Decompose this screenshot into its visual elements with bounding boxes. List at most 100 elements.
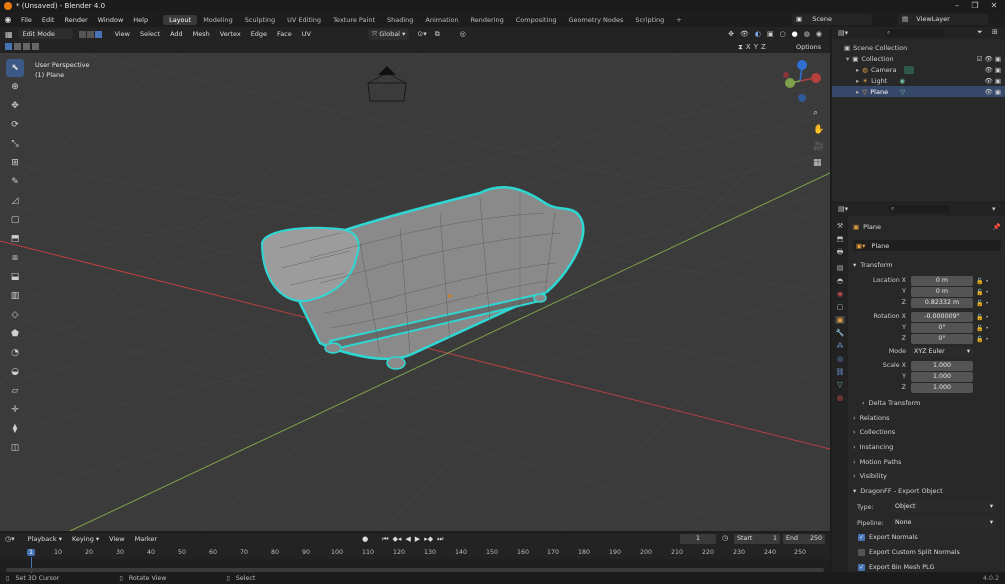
scene-tab-icon[interactable]: ◓ [837,277,843,285]
select-mode-buttons[interactable] [78,30,102,38]
outliner-row-camera[interactable]: ▸ ◍ Camera 👁 ▣ [832,64,1005,75]
orientation-dropdown[interactable]: ⤧ Global ▾ [367,28,410,40]
lock-rotation-x-icon[interactable]: 🔓 • [976,312,1000,323]
scale-y-field[interactable]: 1.000 [911,372,973,382]
select-tool-icon[interactable]: ⬉ [6,59,24,77]
menu-edge[interactable]: Edge [246,30,272,38]
menu-file[interactable]: File [16,16,37,24]
add-cube-tool-icon[interactable]: ▢ [6,211,24,229]
cursor-tool-icon[interactable]: ⊕ [6,78,24,96]
expand-collection-icon[interactable]: ▾ [846,55,849,63]
export-split-normals-check-icon[interactable] [858,549,865,556]
mirror-y[interactable]: Y [754,43,758,52]
mesh-data-icon[interactable]: ▽ [900,88,905,96]
gizmo-icon[interactable]: ✥ [728,30,734,38]
transform-section-header[interactable]: ▾ Transform [853,258,1001,271]
modifier-tab-icon[interactable]: 🔧 [836,329,845,337]
constraints-tab-icon[interactable]: ⛓ [836,368,845,376]
material-tab-icon[interactable]: ◍ [837,394,843,402]
select-invert-icon[interactable] [32,43,39,50]
inset-tool-icon[interactable]: ⧈ [6,249,24,267]
rotation-mode-dropdown[interactable]: XYZ Euler ▾ [911,347,973,357]
delta-transform-header[interactable]: › Delta Transform [862,396,1005,409]
proportional-icon[interactable]: ◎ [460,30,466,38]
menu-view[interactable]: View [110,30,135,38]
scale-x-field[interactable]: 1.000 [911,361,973,371]
tab-sculpting[interactable]: Sculpting [239,15,281,25]
options-dropdown[interactable]: Options [792,42,826,52]
camera-visibility-icons[interactable]: 👁 ▣ [985,66,1001,74]
preview-range-icon[interactable]: ◷ [722,534,728,542]
rotation-y-field[interactable]: 0° [911,323,973,333]
add-workspace-icon[interactable]: + [670,15,687,25]
poly-build-tool-icon[interactable]: ⬟ [6,325,24,343]
navigation-gizmo[interactable] [783,60,821,102]
output-tab-icon[interactable]: 🖶 [837,248,844,259]
export-normals-check-icon[interactable]: ✓ [858,534,865,541]
play-reverse-icon[interactable]: ◀ [405,535,410,544]
filter-icon[interactable]: ⏷ [977,28,983,37]
move-tool-icon[interactable]: ✥ [6,97,24,115]
instancing-section-header[interactable]: › Instancing [853,440,1001,453]
zoom-icon[interactable]: ⌕ [813,108,818,118]
outliner-row-plane[interactable]: ▸ ▽ Plane ▽ 👁 ▣ [832,86,1005,97]
dff-type-dropdown[interactable]: Object ▾ [892,502,996,512]
lock-rotation-y-icon[interactable]: 🔓 • [976,323,1000,334]
knife-tool-icon[interactable]: ◇ [6,306,24,324]
location-x-field[interactable]: 0 m [911,276,973,286]
light-visibility-icons[interactable]: 👁 ▣ [985,77,1001,85]
annotate-tool-icon[interactable]: ✎ [6,173,24,191]
rotation-x-field[interactable]: -0.000009° [911,312,973,322]
close-icon[interactable]: ✕ [985,0,1003,12]
pan-hand-icon[interactable]: ✋ [813,123,824,135]
collection-checkbox[interactable]: ☑ 👁 ▣ [977,55,1001,63]
scene-selector[interactable]: ▣ Scene [792,14,872,25]
tab-shading[interactable]: Shading [381,15,419,25]
next-key-icon[interactable]: ▸◆ [424,535,433,544]
menu-timeline-view[interactable]: View [104,535,129,543]
select-subtract-icon[interactable] [23,43,30,50]
edge-select-icon[interactable] [86,30,94,38]
current-frame-field[interactable]: 1 [680,534,716,544]
expand-camera-icon[interactable]: ▸ [856,66,859,74]
camera-view-icon[interactable]: 🎥 [813,140,824,152]
render-tab-icon[interactable]: ⬒ [837,235,844,243]
new-collection-icon[interactable]: ⊞ [992,28,998,36]
mirror-x[interactable]: X [746,43,751,52]
face-select-icon[interactable] [94,30,102,38]
outliner-search-field[interactable]: ⌕ [884,29,944,37]
tab-animation[interactable]: Animation [419,15,464,25]
pivot-icon[interactable]: ⊙▾ [417,30,426,38]
scale-z-field[interactable]: 1.000 [911,383,973,393]
jump-start-icon[interactable]: ⏮ [382,535,388,544]
camera-data-icon[interactable] [904,65,915,74]
menu-help[interactable]: Help [128,16,153,24]
jump-end-icon[interactable]: ⏭ [437,535,443,544]
outliner-row-collection[interactable]: ▾ ▣ Collection ☑ 👁 ▣ [832,53,1005,64]
lock-location-z-icon[interactable]: 🔓 • [976,298,1000,309]
vertex-select-icon[interactable] [78,30,86,38]
perspective-toggle-icon[interactable]: ▦ [813,158,822,168]
tab-layout[interactable]: Layout [163,14,198,25]
frame-end-field[interactable]: End 250 [783,534,825,544]
menu-render[interactable]: Render [59,16,92,24]
sofa-mesh[interactable] [260,186,585,370]
loop-cut-tool-icon[interactable]: ▥ [6,287,24,305]
menu-window[interactable]: Window [93,16,129,24]
restore-icon[interactable]: ❐ [966,0,984,12]
scale-tool-icon[interactable]: ⤡ [6,135,24,153]
visibility-section-header[interactable]: › Visibility [853,469,1001,482]
particles-tab-icon[interactable]: ⁂ [837,342,844,350]
export-normals-checkbox[interactable]: ✓ Export Normals [858,534,918,541]
lock-location-y-icon[interactable]: 🔓 • [976,287,1000,298]
menu-face[interactable]: Face [272,30,297,38]
tab-modeling[interactable]: Modeling [197,15,239,25]
overlay-icon[interactable]: ◐ [755,30,761,38]
pin-icon[interactable]: 📌 [993,223,1001,231]
world-tab-icon[interactable]: ◉ [837,290,843,298]
shrink-fatten-tool-icon[interactable]: ✛ [6,401,24,419]
outliner-scene-collection[interactable]: ▣ Scene Collection [832,42,1005,53]
timeline-scrollbar[interactable] [6,568,824,572]
smooth-tool-icon[interactable]: ◒ [6,363,24,381]
spin-tool-icon[interactable]: ◔ [6,344,24,362]
